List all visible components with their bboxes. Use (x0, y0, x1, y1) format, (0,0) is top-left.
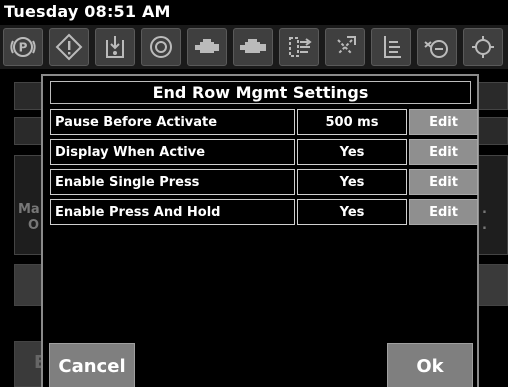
edit-button[interactable]: Edit (409, 199, 478, 225)
background-text: . (482, 202, 487, 217)
clock-datetime: Tuesday 08:51 AM (4, 2, 171, 21)
setting-label: Pause Before Activate (50, 109, 295, 135)
warning-icon[interactable] (49, 28, 89, 66)
settings-row: Enable Press And Hold Yes Edit (50, 199, 478, 225)
setting-value: Yes (297, 139, 407, 165)
differential-lock-icon[interactable] (463, 28, 503, 66)
setting-label: Enable Press And Hold (50, 199, 295, 225)
svg-text:P: P (19, 41, 28, 55)
settings-row: Enable Single Press Yes Edit (50, 169, 478, 195)
function-icon-bar: P (0, 25, 508, 69)
hitch-lower-icon[interactable] (95, 28, 135, 66)
edit-button[interactable]: Edit (409, 109, 478, 135)
hitch-raise-icon[interactable] (371, 28, 411, 66)
parking-brake-icon[interactable]: P (3, 28, 43, 66)
background-text: Ma (18, 202, 40, 217)
status-bar: Tuesday 08:51 AM (0, 0, 508, 27)
hydraulic-valve-icon[interactable] (279, 28, 319, 66)
engine-icon[interactable] (233, 28, 273, 66)
cancel-button[interactable]: Cancel (49, 343, 135, 387)
setting-value: Yes (297, 169, 407, 195)
engine-speed-icon[interactable] (187, 28, 227, 66)
ok-button[interactable]: Ok (387, 343, 473, 387)
background-text: . (482, 218, 487, 233)
pto-icon[interactable] (141, 28, 181, 66)
setting-label: Display When Active (50, 139, 295, 165)
edit-button[interactable]: Edit (409, 169, 478, 195)
setting-label: Enable Single Press (50, 169, 295, 195)
hydraulic-pump-icon[interactable] (417, 28, 457, 66)
dialog-title: End Row Mgmt Settings (50, 81, 471, 104)
settings-row: Display When Active Yes Edit (50, 139, 478, 165)
end-row-settings-dialog: End Row Mgmt Settings Pause Before Activ… (41, 74, 479, 387)
edit-button[interactable]: Edit (409, 139, 478, 165)
setting-value: 500 ms (297, 109, 407, 135)
setting-value: Yes (297, 199, 407, 225)
background-text: O (28, 218, 40, 233)
valve-disabled-icon[interactable] (325, 28, 365, 66)
settings-row: Pause Before Activate 500 ms Edit (50, 109, 478, 135)
